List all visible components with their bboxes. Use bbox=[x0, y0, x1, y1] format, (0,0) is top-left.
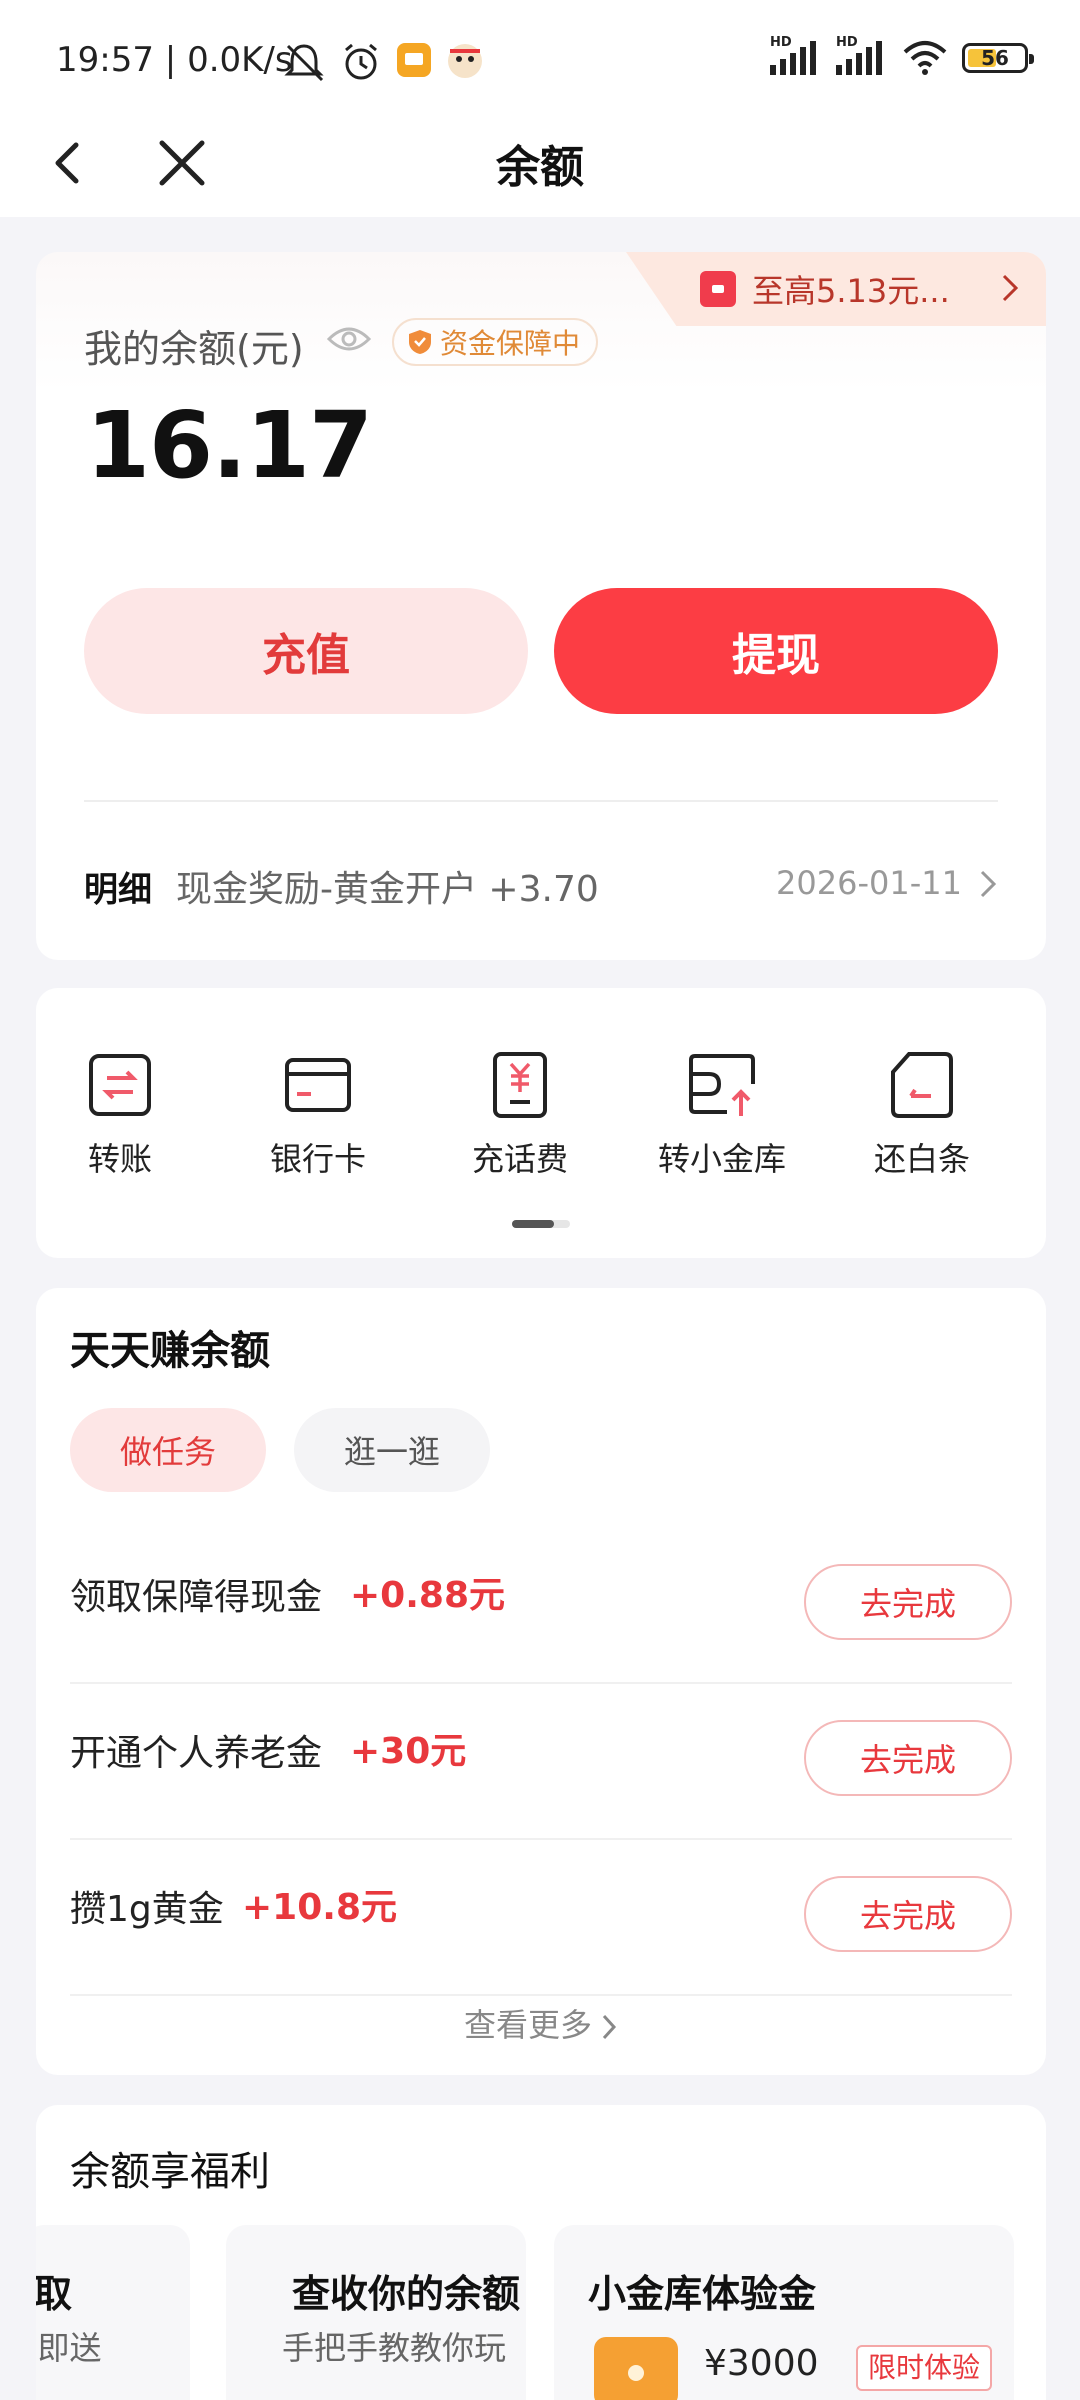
status-right: HD HD 56 bbox=[770, 35, 1034, 76]
detail-label: 明细 bbox=[84, 870, 152, 910]
action-vault-transfer[interactable]: 转小金库 bbox=[632, 1050, 812, 1180]
eye-icon[interactable] bbox=[326, 324, 372, 354]
task-name: 攒1g黄金 bbox=[70, 1889, 224, 1930]
detail-date: 2026-01-11 bbox=[776, 864, 962, 902]
task-reward: +0.88元 bbox=[350, 1575, 505, 1616]
balance-benefits-card: 余额享福利 取 -即送 查收你的余额 手把手教教你玩 小金库体验金 ¥3000 … bbox=[36, 2105, 1046, 2400]
tab-do-tasks[interactable]: 做任务 bbox=[70, 1408, 266, 1492]
status-time: 19:57 | 0.0K/s bbox=[56, 40, 293, 80]
chevron-right-icon bbox=[1002, 274, 1019, 302]
action-label: 充话费 bbox=[471, 1140, 568, 1178]
phone-bill-icon bbox=[493, 1052, 547, 1118]
action-label: 转账 bbox=[87, 1140, 152, 1178]
complete-task-button[interactable]: 去完成 bbox=[804, 1720, 1012, 1796]
fund-safety-badge[interactable]: 资金保障中 bbox=[392, 318, 599, 366]
complete-task-button[interactable]: 去完成 bbox=[804, 1876, 1012, 1952]
promo-banner[interactable]: 至高5.13元... bbox=[626, 252, 1046, 326]
earn-balance-card: 天天赚余额 做任务 逛一逛 领取保障得现金 +0.88元 去完成 开通个人养老金… bbox=[36, 1288, 1046, 2075]
action-bank-card[interactable]: 银行卡 bbox=[228, 1050, 408, 1180]
benefit-card-3[interactable]: 小金库体验金 ¥3000 限时体验 bbox=[554, 2225, 1014, 2400]
alarm-icon bbox=[345, 43, 377, 80]
repay-icon bbox=[891, 1052, 953, 1118]
nav-bar: 余额 bbox=[0, 125, 1080, 217]
bank-card-icon bbox=[285, 1058, 351, 1112]
detail-row[interactable]: 明细 现金奖励-黄金开户 +3.70 2026-01-11 bbox=[84, 852, 998, 912]
action-label: 银行卡 bbox=[269, 1140, 366, 1178]
promo-text: 至高5.13元... bbox=[752, 272, 950, 310]
benefit-card-1[interactable]: 取 -即送 bbox=[36, 2225, 190, 2400]
wallet-icon bbox=[594, 2337, 678, 2400]
divider bbox=[84, 800, 998, 802]
tab-browse[interactable]: 逛一逛 bbox=[294, 1408, 490, 1492]
mascot-app-icon bbox=[448, 44, 482, 78]
signal-icon: HD bbox=[770, 35, 822, 75]
page-title: 余额 bbox=[496, 142, 584, 193]
quick-actions-card: 转账 银行卡 充话费 转小金库 还白条 bbox=[36, 988, 1046, 1258]
signal-icon-2: HD bbox=[836, 35, 888, 75]
action-label: 转小金库 bbox=[657, 1140, 786, 1178]
battery-icon: 56 bbox=[962, 43, 1034, 73]
vault-transfer-icon bbox=[689, 1054, 755, 1116]
balance-card: 至高5.13元... 我的余额(元) 资金保障中 16.17 充值 提现 明细 … bbox=[36, 252, 1046, 960]
message-app-icon bbox=[397, 43, 431, 77]
task-row: 领取保障得现金 +0.88元 去完成 bbox=[70, 1528, 1012, 1684]
task-row: 攒1g黄金 +10.8元 去完成 bbox=[70, 1840, 1012, 1996]
view-more-link[interactable]: 查看更多 bbox=[36, 2000, 1046, 2046]
recharge-button[interactable]: 充值 bbox=[84, 588, 528, 714]
action-transfer[interactable]: 转账 bbox=[36, 1050, 210, 1180]
task-reward: +30元 bbox=[350, 1731, 467, 1772]
action-repay[interactable]: 还白条 bbox=[832, 1050, 1012, 1180]
action-label: 还白条 bbox=[873, 1140, 970, 1178]
page-indicator bbox=[512, 1220, 570, 1228]
task-row: 开通个人养老金 +30元 去完成 bbox=[70, 1684, 1012, 1840]
chevron-right-icon bbox=[602, 2014, 617, 2040]
shield-icon bbox=[409, 330, 431, 354]
chevron-right-icon bbox=[980, 870, 997, 898]
withdraw-button[interactable]: 提现 bbox=[554, 588, 998, 714]
complete-task-button[interactable]: 去完成 bbox=[804, 1564, 1012, 1640]
mute-bell-icon bbox=[284, 44, 324, 82]
fund-safety-text: 资金保障中 bbox=[440, 327, 581, 360]
action-phone-bill[interactable]: 充话费 bbox=[430, 1050, 610, 1180]
balance-amount: 16.17 bbox=[86, 392, 373, 499]
section-title: 天天赚余额 bbox=[70, 1328, 270, 1374]
detail-text: 现金奖励-黄金开户 +3.70 bbox=[176, 869, 599, 910]
red-envelope-icon bbox=[700, 271, 736, 307]
task-name: 领取保障得现金 bbox=[70, 1577, 323, 1618]
balance-label: 我的余额(元) bbox=[84, 327, 304, 371]
transfer-icon bbox=[89, 1054, 151, 1116]
task-name: 开通个人养老金 bbox=[70, 1733, 323, 1774]
wifi-icon bbox=[903, 41, 947, 75]
task-reward: +10.8元 bbox=[242, 1887, 397, 1928]
benefit-card-2[interactable]: 查收你的余额 手把手教教你玩 bbox=[226, 2225, 526, 2400]
limited-time-tag: 限时体验 bbox=[856, 2345, 993, 2391]
status-bar: 19:57 | 0.0K/s HD HD 56 bbox=[0, 0, 1080, 125]
section-title: 余额享福利 bbox=[70, 2149, 270, 2195]
